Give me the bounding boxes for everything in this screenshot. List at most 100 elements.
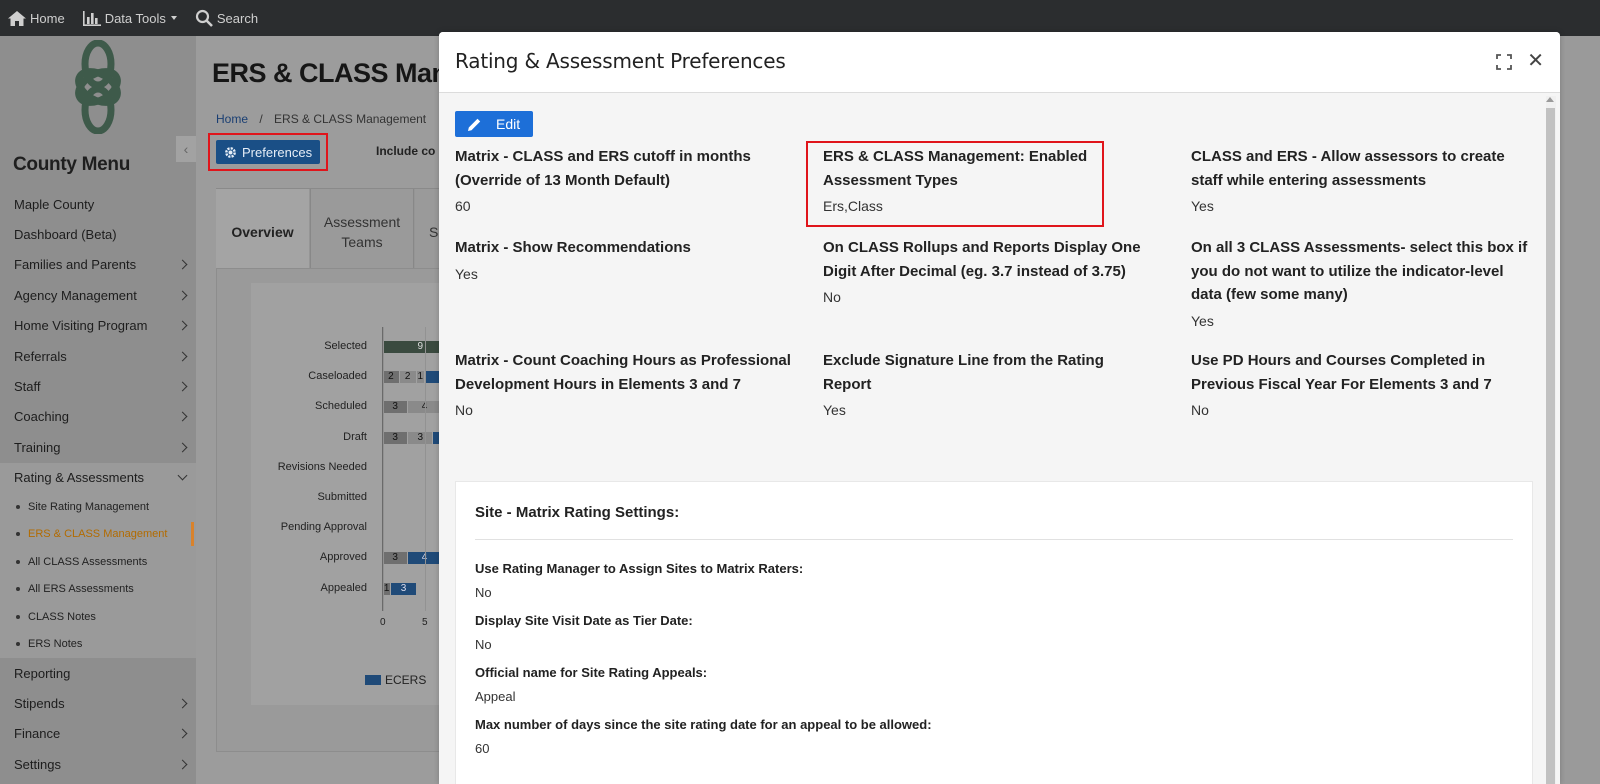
sidebar-subitem-all-class[interactable]: All CLASS Assessments [0,548,196,576]
sidebar-item-reporting[interactable]: Reporting [0,658,196,688]
chart-bar-segment: 3 [383,552,408,565]
matrix-setting-value: No [475,637,492,652]
sidebar-item-coaching[interactable]: Coaching [0,402,196,432]
edit-button[interactable]: Edit [455,111,533,137]
matrix-setting-value: No [475,585,492,600]
sidebar-subitem-label: All ERS Assessments [28,583,134,596]
matrix-setting-item: Display Site Visit Date as Tier Date: No [475,613,693,652]
chart-bar-segment: 3 [391,582,416,595]
chart-category-label: Draft [343,430,367,443]
pref-value: Yes [1191,198,1214,214]
nav-data-tools-label: Data Tools [104,10,166,26]
sidebar-item-families[interactable]: Families and Parents [0,250,196,280]
pref-label: Use PD Hours and Courses Completed in Pr… [1191,352,1492,393]
logo [75,40,121,134]
modal-scroll-thumb[interactable] [1546,108,1555,784]
sidebar-item-finance[interactable]: Finance [0,719,196,749]
matrix-setting-item: Use Rating Manager to Assign Sites to Ma… [475,561,803,600]
matrix-setting-item: Max number of days since the site rating… [475,717,932,756]
scroll-up-arrow-icon[interactable] [1546,97,1554,102]
pref-value: Yes [1191,312,1214,329]
sidebar-item-home-visiting[interactable]: Home Visiting Program [0,311,196,341]
sidebar-item-training[interactable]: Training [0,432,196,462]
sidebar-submenu: Site Rating Management ERS & CLASS Manag… [0,492,196,658]
highlight-box-assessment-types [806,141,1104,227]
sidebar-subitem-label: All CLASS Assessments [28,555,148,568]
close-icon[interactable]: ✕ [1527,51,1544,71]
sidebar-title: County Menu [13,154,131,175]
chevron-right-icon [177,351,188,362]
sidebar-item-settings[interactable]: Settings [0,749,196,779]
chevron-right-icon [177,728,188,739]
sidebar-item-stipends[interactable]: Stipends [0,688,196,718]
bullet-icon [16,614,20,619]
sidebar-collapse-button[interactable]: ‹ [176,136,196,162]
chart-category-label: Caseloaded [308,370,367,383]
chart-category-label: Approved [319,551,367,564]
sidebar-item-label: Reporting [14,665,71,681]
chart-bar-segment: 2 [383,371,399,384]
chart-category-label: Revisions Needed [277,460,367,473]
sidebar-subitem-ers-class[interactable]: ERS & CLASS Management [0,520,196,548]
sidebar-item-rating-assessments[interactable]: Rating & Assessments [0,462,196,493]
chevron-right-icon [177,698,188,709]
matrix-settings-card: Site - Matrix Rating Settings: Use Ratin… [455,481,1533,784]
nav-home-label: Home [30,10,65,26]
sidebar-subitem-class-notes[interactable]: CLASS Notes [0,603,196,631]
sidebar-item-label: Home Visiting Program [14,318,148,334]
tab-overview[interactable]: Overview [216,189,309,274]
sidebar: ‹ County Menu Maple County Dashboard (Be… [0,36,196,784]
breadcrumb-separator: / [259,112,263,126]
sidebar-item-dashboard[interactable]: Dashboard (Beta) [0,219,196,249]
bar-chart-icon [82,10,101,26]
pref-value: 60 [455,198,471,214]
top-navbar: Home Data Tools Search [0,0,1600,36]
sidebar-item-label: Settings [14,756,61,772]
sidebar-subitem-site-rating[interactable]: Site Rating Management [0,493,196,521]
modal-title: Rating & Assessment Preferences [455,49,786,73]
pref-value: No [823,289,841,305]
pref-label: Matrix - CLASS and ERS cutoff in months … [455,148,751,189]
chart-bar-segment: 1 [416,371,424,384]
nav-home[interactable]: Home [8,10,65,26]
sidebar-item-maple-county[interactable]: Maple County [0,189,196,219]
sidebar-subitem-label: Site Rating Management [28,500,150,513]
sidebar-subitem-label: ERS & CLASS Management [28,528,168,541]
chart-category-label: Submitted [317,491,367,503]
expand-icon[interactable] [1496,54,1512,70]
sidebar-subitem-all-ers[interactable]: All ERS Assessments [0,575,196,603]
pref-value: Yes [455,265,478,282]
matrix-setting-label: Official name for Site Rating Appeals: [475,665,708,680]
chart-bar-segment: 1 [383,582,391,595]
include-label: Include co [376,144,436,158]
pref-coaching-hours: Matrix - Count Coaching Hours as Profess… [455,349,795,420]
nav-data-tools[interactable]: Data Tools [82,10,177,26]
nav-search[interactable]: Search [195,9,258,27]
search-icon [195,9,213,27]
sidebar-item-agency[interactable]: Agency Management [0,280,196,310]
pref-label: Exclude Signature Line from the Rating R… [823,352,1104,393]
chart-bar-segment: 3 [383,401,408,414]
pref-value: No [1191,402,1209,418]
breadcrumb-current: ERS & CLASS Management [274,112,427,126]
matrix-settings-title: Site - Matrix Rating Settings: [475,504,680,521]
breadcrumb-home-link[interactable]: Home [216,112,248,126]
chart-x-tick: 0 [380,617,386,628]
sidebar-item-referrals[interactable]: Referrals [0,341,196,371]
sidebar-subitem-ers-notes[interactable]: ERS Notes [0,630,196,658]
chevron-right-icon [177,411,188,422]
chart-bar-segment: 3 [408,431,433,444]
pref-label: On CLASS Rollups and Reports Display One… [823,239,1141,280]
chevron-right-icon [177,759,188,770]
sidebar-item-label: Referrals [14,348,67,364]
pencil-icon [468,118,481,131]
chevron-right-icon [177,381,188,392]
sidebar-item-staff[interactable]: Staff [0,371,196,401]
chart-category-label: Appealed [320,581,368,594]
sidebar-item-label: Staff [14,379,41,395]
modal-header: Rating & Assessment Preferences ✕ [439,32,1560,93]
tab-assessment-teams[interactable]: Assessment Teams [310,189,414,274]
chevron-right-icon [177,320,188,331]
highlight-box-preferences [208,133,328,171]
pref-indicator-level-data: On all 3 CLASS Assessments- select this … [1191,236,1537,331]
